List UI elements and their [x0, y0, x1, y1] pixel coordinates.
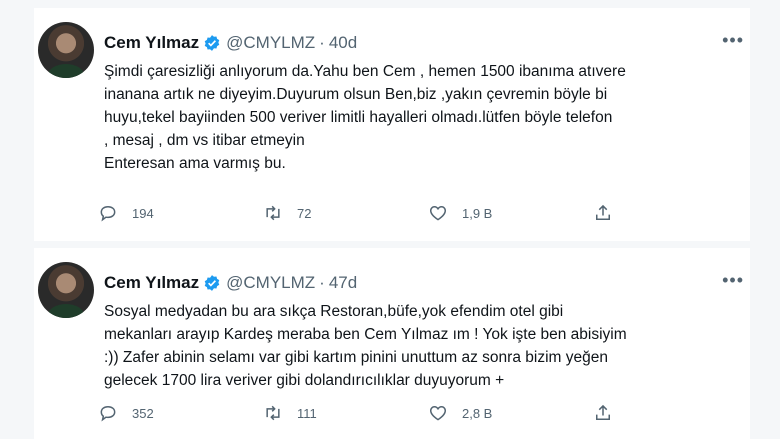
share-button[interactable] — [593, 203, 627, 223]
retweet-icon — [266, 205, 280, 221]
author-name[interactable]: Cem Yılmaz — [104, 33, 199, 53]
share-icon — [596, 404, 610, 420]
author-handle[interactable]: @CMYLMZ — [226, 273, 315, 293]
retweet-count: 72 — [297, 205, 312, 221]
tweet-card[interactable]: Cem Yılmaz @CMYLMZ · 47d ••• Sosyal medy… — [34, 248, 750, 439]
more-options-icon[interactable]: ••• — [722, 270, 744, 291]
share-icon — [596, 204, 610, 220]
more-options-icon[interactable]: ••• — [722, 30, 744, 51]
like-count: 2,8 B — [462, 405, 493, 421]
verified-badge-icon — [204, 275, 220, 291]
like-icon — [429, 205, 447, 221]
retweet-button[interactable]: 72 — [263, 203, 428, 223]
tweet-text: Sosyal medyadan bu ara sıkça Restoran,bü… — [104, 303, 627, 389]
tweet-timestamp[interactable]: 40d — [329, 33, 357, 53]
author-name[interactable]: Cem Yılmaz — [104, 273, 199, 293]
verified-badge-icon — [204, 35, 220, 51]
reply-button[interactable]: 194 — [98, 203, 263, 223]
reply-button[interactable]: 352 — [98, 403, 263, 423]
like-count: 1,9 B — [462, 205, 493, 221]
share-button[interactable] — [593, 403, 627, 423]
like-button[interactable]: 2,8 B — [428, 403, 593, 423]
avatar[interactable] — [38, 262, 94, 318]
tweet-timestamp[interactable]: 47d — [329, 273, 357, 293]
reply-icon — [100, 205, 116, 222]
retweet-button[interactable]: 111 — [263, 403, 428, 423]
tweet-actions: 352 111 2,8 B — [98, 403, 640, 423]
reply-count: 194 — [132, 205, 154, 221]
retweet-count: 111 — [297, 405, 317, 421]
tweet-header: Cem Yılmaz @CMYLMZ · 40d — [104, 32, 738, 54]
separator-dot: · — [319, 33, 325, 52]
like-icon — [429, 405, 447, 421]
tweet-actions: 194 72 1,9 B — [98, 203, 640, 223]
retweet-icon — [266, 405, 280, 421]
tweet-feed: Cem Yılmaz @CMYLMZ · 40d ••• Şimdi çares… — [0, 0, 780, 439]
avatar[interactable] — [38, 22, 94, 78]
separator-dot: · — [319, 273, 325, 292]
tweet-card[interactable]: Cem Yılmaz @CMYLMZ · 40d ••• Şimdi çares… — [34, 8, 750, 241]
author-handle[interactable]: @CMYLMZ — [226, 33, 315, 53]
like-button[interactable]: 1,9 B — [428, 203, 593, 223]
tweet-header: Cem Yılmaz @CMYLMZ · 47d — [104, 272, 738, 294]
tweet-text: Şimdi çaresizliği anlıyorum da.Yahu ben … — [104, 63, 626, 172]
reply-icon — [100, 405, 116, 422]
reply-count: 352 — [132, 405, 154, 421]
